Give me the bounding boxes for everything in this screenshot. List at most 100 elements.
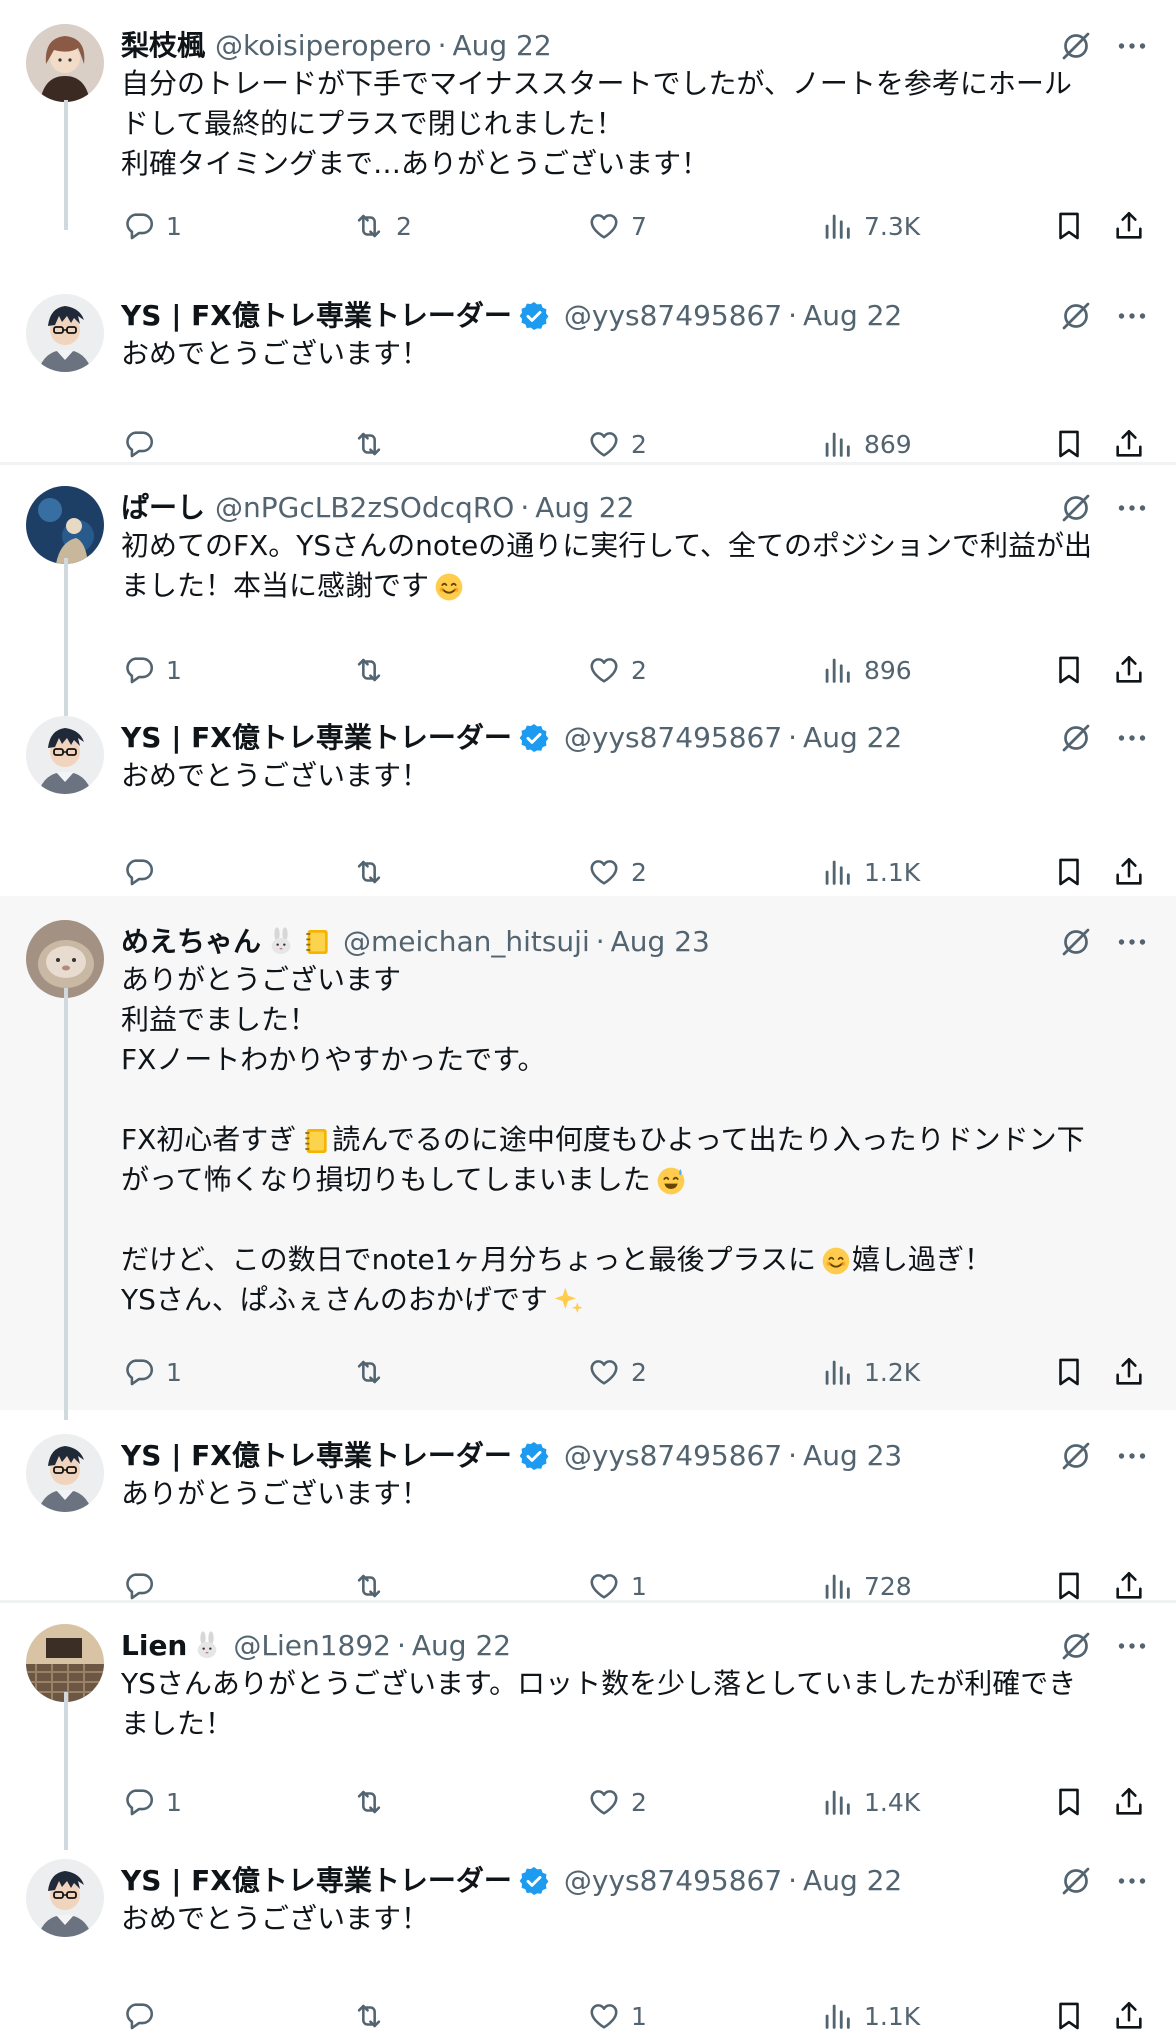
retweet-button[interactable]	[352, 850, 396, 894]
views-button[interactable]: 7.3K	[820, 204, 920, 248]
bookmark-button[interactable]	[1052, 1994, 1086, 2038]
post-date[interactable]: Aug 23	[611, 920, 710, 964]
avatar[interactable]	[26, 716, 104, 794]
reply-button[interactable]: 1	[122, 204, 182, 248]
tweet[interactable]: YS | FX億トレ専業トレーダー @yys87495867 · Aug 23 ありがと…	[0, 1410, 1176, 1601]
like-button[interactable]: 1	[587, 1994, 647, 2038]
user-handle[interactable]: @Lien1892	[233, 1624, 391, 1668]
share-button[interactable]	[1112, 850, 1146, 894]
display-name[interactable]: Lien	[121, 1624, 187, 1668]
avatar[interactable]	[26, 1434, 104, 1512]
post-date[interactable]: Aug 22	[412, 1624, 511, 1668]
tweet[interactable]: YS | FX億トレ専業トレーダー @yys87495867 · Aug 22 おめでと…	[0, 1835, 1176, 2038]
grok-icon[interactable]	[1058, 720, 1094, 756]
grok-icon[interactable]	[1058, 1438, 1094, 1474]
display-name[interactable]: YS | FX億トレ専業トレーダー	[121, 716, 512, 760]
bookmark-button[interactable]	[1052, 204, 1086, 248]
tweet[interactable]: Lien @Lien1892 · Aug 22 YSさんありがとうございます。ロット数を…	[0, 1600, 1176, 1835]
reply-button[interactable]: 1	[122, 1780, 182, 1824]
more-icon[interactable]	[1114, 720, 1150, 756]
display-name[interactable]: ぱーし	[121, 486, 205, 530]
bookmark-button[interactable]	[1052, 1350, 1086, 1394]
post-date[interactable]: Aug 22	[803, 716, 902, 760]
post-date[interactable]: Aug 22	[803, 294, 902, 338]
tweet[interactable]: YS | FX億トレ専業トレーダー @yys87495867 · Aug 22 おめでと…	[0, 270, 1176, 460]
user-handle[interactable]: @nPGcLB2zSOdcqRO	[215, 486, 514, 530]
post-date[interactable]: Aug 22	[803, 1859, 902, 1903]
share-button[interactable]	[1112, 1780, 1146, 1824]
reply-button[interactable]	[122, 850, 166, 894]
display-name[interactable]: めえちゃん	[121, 920, 261, 964]
views-button[interactable]: 1.4K	[820, 1780, 920, 1824]
like-button[interactable]: 2	[587, 1780, 647, 1824]
grok-icon[interactable]	[1058, 1863, 1094, 1899]
avatar[interactable]	[26, 1624, 104, 1702]
like-button[interactable]: 2	[587, 1350, 647, 1394]
views-button[interactable]: 869	[820, 422, 912, 466]
reply-button[interactable]: 1	[122, 648, 182, 692]
more-icon[interactable]	[1114, 298, 1150, 334]
share-button[interactable]	[1112, 648, 1146, 692]
avatar[interactable]	[26, 1859, 104, 1937]
grok-icon[interactable]	[1058, 924, 1094, 960]
display-name[interactable]: YS | FX億トレ専業トレーダー	[121, 1434, 512, 1478]
avatar[interactable]	[26, 920, 104, 998]
tweet[interactable]: ぱーし @nPGcLB2zSOdcqRO · Aug 22 初めてのFX。YSさんのno…	[0, 462, 1176, 692]
like-button[interactable]: 2	[587, 648, 647, 692]
avatar[interactable]	[26, 486, 104, 564]
display-name[interactable]: YS | FX億トレ専業トレーダー	[121, 294, 512, 338]
like-count: 2	[631, 1787, 647, 1817]
more-icon[interactable]	[1114, 1863, 1150, 1899]
tweet[interactable]: めえちゃん @meichan_hitsuji · Aug 23 ありがとうございます 利…	[0, 896, 1176, 1410]
user-handle[interactable]: @meichan_hitsuji	[343, 920, 590, 964]
bookmark-button[interactable]	[1052, 422, 1086, 466]
tweet[interactable]: YS | FX億トレ専業トレーダー @yys87495867 · Aug 22 おめでと…	[0, 692, 1176, 896]
user-handle[interactable]: @koisiperopero	[215, 24, 432, 68]
like-button[interactable]: 2	[587, 850, 647, 894]
user-handle[interactable]: @yys87495867	[564, 1859, 782, 1903]
views-button[interactable]: 1.1K	[820, 1994, 920, 2038]
post-date[interactable]: Aug 23	[803, 1434, 902, 1478]
avatar[interactable]	[26, 294, 104, 372]
more-icon[interactable]	[1114, 924, 1150, 960]
share-button[interactable]	[1112, 1350, 1146, 1394]
reply-button[interactable]	[122, 422, 166, 466]
more-icon[interactable]	[1114, 1628, 1150, 1664]
grok-icon[interactable]	[1058, 490, 1094, 526]
display-name[interactable]: 梨枝楓	[121, 24, 205, 68]
user-handle[interactable]: @yys87495867	[564, 716, 782, 760]
grok-icon[interactable]	[1058, 298, 1094, 334]
display-name[interactable]: YS | FX億トレ専業トレーダー	[121, 1859, 512, 1903]
share-button[interactable]	[1112, 1994, 1146, 2038]
more-icon[interactable]	[1114, 490, 1150, 526]
share-button[interactable]	[1112, 204, 1146, 248]
like-button[interactable]: 2	[587, 422, 647, 466]
views-button[interactable]: 1.2K	[820, 1350, 920, 1394]
like-button[interactable]: 7	[587, 204, 647, 248]
retweet-button[interactable]	[352, 422, 396, 466]
reply-button[interactable]: 1	[122, 1350, 182, 1394]
grok-icon[interactable]	[1058, 28, 1094, 64]
post-date[interactable]: Aug 22	[452, 24, 551, 68]
bookmark-button[interactable]	[1052, 850, 1086, 894]
more-icon[interactable]	[1114, 28, 1150, 64]
reply-icon	[122, 1355, 156, 1389]
retweet-button[interactable]	[352, 1780, 396, 1824]
retweet-button[interactable]	[352, 1350, 396, 1394]
grok-icon[interactable]	[1058, 1628, 1094, 1664]
avatar[interactable]	[26, 24, 104, 102]
share-button[interactable]	[1112, 422, 1146, 466]
tweet[interactable]: 梨枝楓 @koisiperopero · Aug 22 自分のトレードが下手でマイナスス…	[0, 0, 1176, 270]
retweet-button[interactable]	[352, 648, 396, 692]
user-handle[interactable]: @yys87495867	[564, 1434, 782, 1478]
views-button[interactable]: 896	[820, 648, 912, 692]
more-icon[interactable]	[1114, 1438, 1150, 1474]
post-date[interactable]: Aug 22	[535, 486, 634, 530]
retweet-button[interactable]	[352, 1994, 396, 2038]
views-button[interactable]: 1.1K	[820, 850, 920, 894]
user-handle[interactable]: @yys87495867	[564, 294, 782, 338]
retweet-button[interactable]: 2	[352, 204, 412, 248]
bookmark-button[interactable]	[1052, 648, 1086, 692]
reply-button[interactable]	[122, 1994, 166, 2038]
bookmark-button[interactable]	[1052, 1780, 1086, 1824]
